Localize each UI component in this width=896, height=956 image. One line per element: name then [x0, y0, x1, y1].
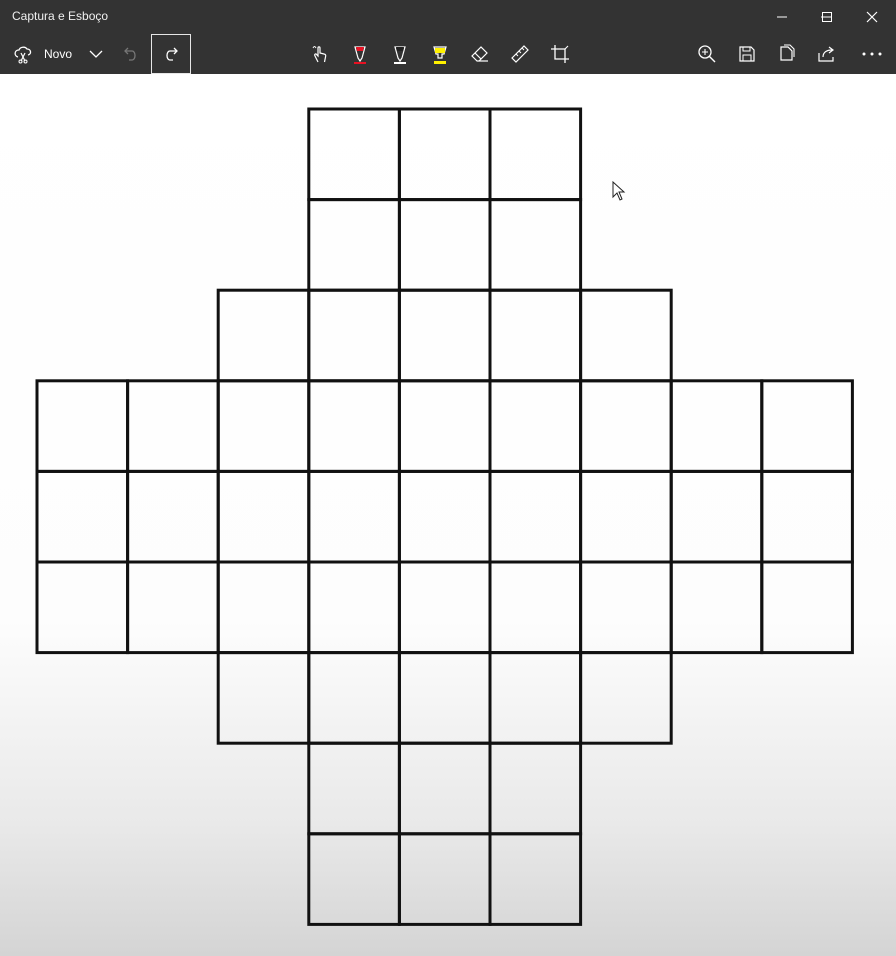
grid-cell	[216, 379, 311, 473]
redo-icon	[166, 47, 178, 61]
share-icon	[818, 46, 834, 62]
grid-cell	[397, 560, 492, 655]
ballpoint-pen-icon	[354, 46, 366, 64]
eraser-button[interactable]	[464, 38, 496, 70]
grid-cell	[397, 469, 492, 564]
more-icon	[862, 52, 882, 56]
new-snip-button[interactable]: Novo	[6, 38, 78, 70]
zoom-button[interactable]	[691, 38, 723, 70]
grid-cell	[35, 560, 130, 655]
grid-cell	[35, 469, 130, 564]
touch-writing-button[interactable]	[304, 38, 336, 70]
grid-cell	[307, 288, 401, 383]
pencil-button[interactable]	[384, 38, 416, 70]
grid-cell	[216, 288, 311, 383]
grid-cell	[488, 832, 583, 926]
ballpoint-pen-button[interactable]	[344, 38, 376, 70]
grid-cell	[760, 379, 854, 473]
grid-cell	[579, 560, 673, 655]
grid-cell	[397, 379, 492, 473]
grid-cell	[216, 469, 311, 564]
copy-button[interactable]	[771, 38, 803, 70]
grid-cell	[488, 379, 583, 473]
cross-grid-drawing	[35, 107, 854, 926]
new-label: Novo	[43, 47, 72, 61]
touch-writing-icon	[312, 46, 327, 63]
grid-cell	[307, 107, 401, 202]
highlighter-button[interactable]	[424, 38, 456, 70]
grid-cell	[579, 288, 673, 383]
grid-cell	[307, 198, 401, 292]
minimize-icon	[777, 16, 787, 18]
toolbar: Novo	[0, 34, 896, 74]
grid-cell	[397, 651, 492, 745]
grid-cell	[579, 651, 673, 745]
close-icon	[866, 11, 878, 23]
eraser-icon	[471, 46, 488, 62]
window-title: Captura e Esboço	[12, 9, 109, 23]
grid-cell	[488, 560, 583, 655]
mouse-cursor-icon	[612, 181, 626, 201]
grid-cell	[216, 651, 311, 745]
grid-cell	[307, 651, 401, 745]
grid-cell	[307, 560, 401, 655]
grid-cell	[307, 469, 401, 564]
title-bar: Captura e Esboço	[0, 0, 896, 34]
grid-cell	[397, 288, 492, 383]
grid-cell	[126, 560, 220, 655]
crop-button[interactable]	[544, 38, 576, 70]
ruler-button[interactable]	[504, 38, 536, 70]
grid-cell	[307, 741, 401, 836]
redo-button[interactable]	[151, 34, 191, 74]
grid-cell	[397, 107, 492, 202]
ruler-icon	[511, 45, 529, 63]
grid-cell	[126, 469, 220, 564]
drawing-canvas[interactable]	[0, 74, 896, 956]
grid-cell	[488, 107, 583, 202]
close-button[interactable]	[850, 0, 894, 34]
grid-cell	[669, 469, 764, 564]
copy-icon	[780, 44, 795, 61]
grid-cell	[307, 832, 401, 926]
grid-cell	[307, 379, 401, 473]
grid-cell	[579, 379, 673, 473]
grid-cell	[669, 560, 764, 655]
save-button[interactable]	[731, 38, 763, 70]
grid-cell	[126, 379, 220, 473]
grid-cell	[488, 469, 583, 564]
crop-icon	[551, 45, 569, 63]
maximize-icon	[822, 12, 832, 22]
grid-cell	[397, 741, 492, 836]
more-button[interactable]	[856, 38, 888, 70]
grid-cell	[216, 560, 311, 655]
new-options-dropdown[interactable]	[80, 38, 112, 70]
share-button[interactable]	[811, 38, 843, 70]
grid-cell	[760, 560, 854, 655]
maximize-button[interactable]	[805, 0, 849, 34]
zoom-icon	[698, 45, 716, 63]
chevron-down-icon	[89, 50, 103, 58]
grid-cell	[579, 469, 673, 564]
grid-cell	[397, 832, 492, 926]
minimize-button-2[interactable]	[760, 0, 804, 34]
grid-cell	[488, 741, 583, 836]
undo-icon	[124, 47, 136, 61]
grid-cell	[669, 379, 764, 473]
grid-cell	[397, 198, 492, 292]
undo-button[interactable]	[115, 38, 147, 70]
highlighter-icon	[433, 46, 447, 64]
grid-cell	[35, 379, 130, 473]
grid-cell	[760, 469, 854, 564]
pencil-icon	[394, 46, 406, 64]
grid-cell	[488, 288, 583, 383]
grid-cell	[488, 651, 583, 745]
grid-cell	[488, 198, 583, 292]
new-snip-icon	[14, 46, 32, 64]
save-icon	[739, 46, 755, 62]
